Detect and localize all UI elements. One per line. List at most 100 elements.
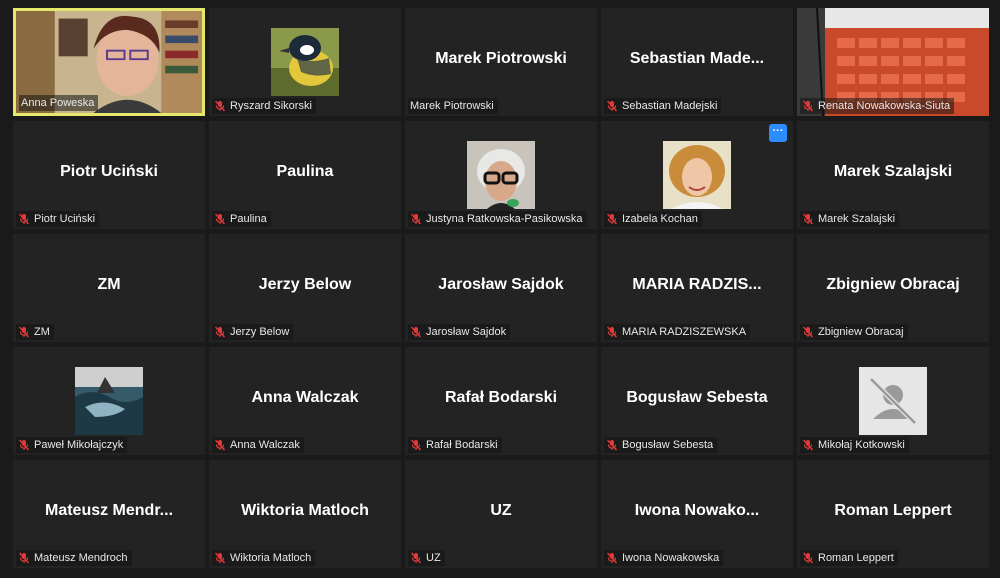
participant-name-label: Mateusz Mendroch xyxy=(16,550,132,566)
mic-muted-icon xyxy=(410,213,422,225)
mic-muted-icon xyxy=(18,326,30,338)
participant-name-label: Marek Szalajski xyxy=(800,211,900,227)
participant-name-label: Renata Nowakowska-Siuta xyxy=(800,98,955,114)
participant-tile-zbigniew-obracaj[interactable]: Zbigniew Obracaj Zbigniew Obracaj xyxy=(797,234,989,342)
participant-name: Wiktoria Matloch xyxy=(230,552,312,564)
participant-name-label: Wiktoria Matloch xyxy=(212,550,316,566)
participant-name-label: Roman Leppert xyxy=(800,550,898,566)
participant-tile-zm[interactable]: ZM ZM xyxy=(13,234,205,342)
participant-name: Renata Nowakowska-Siuta xyxy=(818,100,951,112)
participant-tile-rafal-bodarski[interactable]: Rafał Bodarski Rafał Bodarski xyxy=(405,347,597,455)
participant-tile-marek-piotrowski[interactable]: Marek Piotrowski Marek Piotrowski xyxy=(405,8,597,116)
participant-gallery: Anna Poweska Ryszard Sikorski Marek Piotro… xyxy=(13,8,991,570)
participant-tile-mikolaj-kotkowski[interactable]: Mikołaj Kotkowski xyxy=(797,347,989,455)
profile-picture xyxy=(271,28,339,96)
participant-tile-piotr-ucinski[interactable]: Piotr Uciński Piotr Uciński xyxy=(13,121,205,229)
participant-name: Izabela Kochan xyxy=(622,213,698,225)
participant-tile-paulina[interactable]: Paulina Paulina xyxy=(209,121,401,229)
participant-tile-ryszard-sikorski[interactable]: Ryszard Sikorski xyxy=(209,8,401,116)
participant-tile-sebastian-madejski[interactable]: Sebastian Made... Sebastian Madejski xyxy=(601,8,793,116)
participant-tile-anna-poweska[interactable]: Anna Poweska xyxy=(13,8,205,116)
participant-name: Rafał Bodarski xyxy=(426,439,498,451)
participant-tile-izabela-kochan[interactable]: ··· Izabela Kochan xyxy=(601,121,793,229)
participant-name-label: Ryszard Sikorski xyxy=(212,98,316,114)
participant-display-name: Paulina xyxy=(276,163,334,180)
participant-name-label: MARIA RADZISZEWSKA xyxy=(604,324,751,340)
participant-display-name: Zbigniew Obracaj xyxy=(826,276,960,293)
participant-tile-iwona-nowakowska[interactable]: Iwona Nowako... Iwona Nowakowska xyxy=(601,460,793,568)
participant-display-name: Rafał Bodarski xyxy=(444,389,558,406)
participant-tile-marek-szalajski[interactable]: Marek Szalajski Marek Szalajski xyxy=(797,121,989,229)
mic-muted-icon xyxy=(410,552,422,564)
participant-name: Marek Szalajski xyxy=(818,213,896,225)
participant-display-name: Jarosław Sajdok xyxy=(438,276,564,293)
participant-tile-justyna-ratkowska-pasikowska[interactable]: Justyna Ratkowska-Pasikowska xyxy=(405,121,597,229)
participant-display-name: Bogusław Sebesta xyxy=(626,389,768,406)
participant-name-label: ZM xyxy=(16,324,54,340)
mic-muted-icon xyxy=(18,552,30,564)
participant-display-name: Marek Szalajski xyxy=(833,163,953,180)
mic-muted-icon xyxy=(18,213,30,225)
participant-name-label: Jarosław Sajdok xyxy=(408,324,511,340)
participant-name-label: Jerzy Below xyxy=(212,324,294,340)
participant-name: ZM xyxy=(34,326,50,338)
participant-name-label: Zbigniew Obracaj xyxy=(800,324,908,340)
participant-name: Anna Walczak xyxy=(230,439,300,451)
participant-tile-uz[interactable]: UZ UZ xyxy=(405,460,597,568)
participant-display-name: Marek Piotrowski xyxy=(435,50,567,67)
mic-muted-icon xyxy=(802,552,814,564)
mic-muted-icon xyxy=(214,552,226,564)
profile-picture xyxy=(467,141,535,209)
profile-picture xyxy=(663,141,731,209)
participant-name-label: Justyna Ratkowska-Pasikowska xyxy=(408,211,587,227)
participant-tile-maria-radziszewska[interactable]: MARIA RADZIS... MARIA RADZISZEWSKA xyxy=(601,234,793,342)
participant-display-name: Anna Walczak xyxy=(251,389,359,406)
more-options-button[interactable]: ··· xyxy=(769,124,787,142)
participant-name: Bogusław Sebesta xyxy=(622,439,714,451)
mic-muted-icon xyxy=(18,439,30,451)
mic-muted-icon xyxy=(410,439,422,451)
participant-tile-renata-nowakowska-siuta[interactable]: Renata Nowakowska-Siuta xyxy=(797,8,989,116)
mic-muted-icon xyxy=(606,100,618,112)
participant-name: Marek Piotrowski xyxy=(410,100,494,112)
mic-muted-icon xyxy=(802,213,814,225)
participant-name: Roman Leppert xyxy=(818,552,894,564)
participant-tile-anna-walczak[interactable]: Anna Walczak Anna Walczak xyxy=(209,347,401,455)
participant-name-label: Paulina xyxy=(212,211,271,227)
mic-muted-icon xyxy=(410,326,422,338)
participant-tile-wiktoria-matloch[interactable]: Wiktoria Matloch Wiktoria Matloch xyxy=(209,460,401,568)
participant-name-label: Paweł Mikołajczyk xyxy=(16,437,128,453)
participant-name: Paulina xyxy=(230,213,267,225)
participant-display-name: Jerzy Below xyxy=(258,276,352,293)
participant-tile-mateusz-mendroch[interactable]: Mateusz Mendr... Mateusz Mendroch xyxy=(13,460,205,568)
participant-name-label: UZ xyxy=(408,550,445,566)
participant-name-label: Marek Piotrowski xyxy=(408,98,498,114)
participant-tile-jerzy-below[interactable]: Jerzy Below Jerzy Below xyxy=(209,234,401,342)
participant-name: Justyna Ratkowska-Pasikowska xyxy=(426,213,583,225)
participant-tile-roman-leppert[interactable]: Roman Leppert Roman Leppert xyxy=(797,460,989,568)
participant-display-name: Wiktoria Matloch xyxy=(241,502,369,519)
participant-name: Paweł Mikołajczyk xyxy=(34,439,124,451)
participant-display-name: Sebastian Made... xyxy=(629,50,765,67)
participant-name: Anna Poweska xyxy=(21,97,95,109)
participant-tile-pawel-mikolajczyk[interactable]: Paweł Mikołajczyk xyxy=(13,347,205,455)
participant-name: Jerzy Below xyxy=(230,326,290,338)
participant-tile-jaroslaw-sajdok[interactable]: Jarosław Sajdok Jarosław Sajdok xyxy=(405,234,597,342)
participant-name-label: Rafał Bodarski xyxy=(408,437,502,453)
participant-name: Mateusz Mendroch xyxy=(34,552,128,564)
mic-muted-icon xyxy=(214,439,226,451)
participant-name: MARIA RADZISZEWSKA xyxy=(622,326,747,338)
participant-name: Iwona Nowakowska xyxy=(622,552,720,564)
mic-muted-icon xyxy=(606,439,618,451)
participant-name-label: Iwona Nowakowska xyxy=(604,550,724,566)
participant-name: Piotr Uciński xyxy=(34,213,96,225)
participant-display-name: Mateusz Mendr... xyxy=(44,502,174,519)
participant-display-name: ZM xyxy=(97,276,121,293)
participant-name: Sebastian Madejski xyxy=(622,100,718,112)
participant-display-name: UZ xyxy=(490,502,512,519)
participant-display-name: Iwona Nowako... xyxy=(634,502,760,519)
mic-muted-icon xyxy=(606,552,618,564)
participant-tile-boguslaw-sebesta[interactable]: Bogusław Sebesta Bogusław Sebesta xyxy=(601,347,793,455)
mic-muted-icon xyxy=(802,326,814,338)
participant-display-name: MARIA RADZIS... xyxy=(632,276,762,293)
